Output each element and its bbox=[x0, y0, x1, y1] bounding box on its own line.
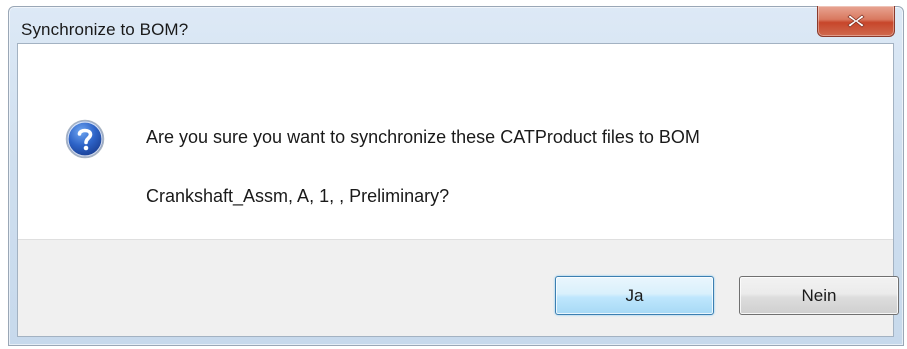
message-area: Are you sure you want to synchronize the… bbox=[18, 44, 893, 239]
dialog-client-area: Are you sure you want to synchronize the… bbox=[17, 43, 899, 337]
question-icon bbox=[65, 119, 105, 159]
close-button[interactable] bbox=[817, 6, 895, 37]
title-bar[interactable]: Synchronize to BOM? bbox=[9, 6, 903, 43]
message-line-1: Are you sure you want to synchronize the… bbox=[146, 127, 700, 147]
button-strip: Ja Nein bbox=[18, 239, 899, 336]
dialog-window: Synchronize to BOM? Are you sure you wan… bbox=[8, 6, 904, 346]
yes-button[interactable]: Ja bbox=[555, 276, 714, 315]
dialog-title: Synchronize to BOM? bbox=[21, 20, 189, 39]
close-icon bbox=[847, 14, 865, 28]
message-line-2: Crankshaft_Assm, A, 1, , Preliminary? bbox=[146, 186, 450, 206]
no-button[interactable]: Nein bbox=[739, 276, 899, 315]
